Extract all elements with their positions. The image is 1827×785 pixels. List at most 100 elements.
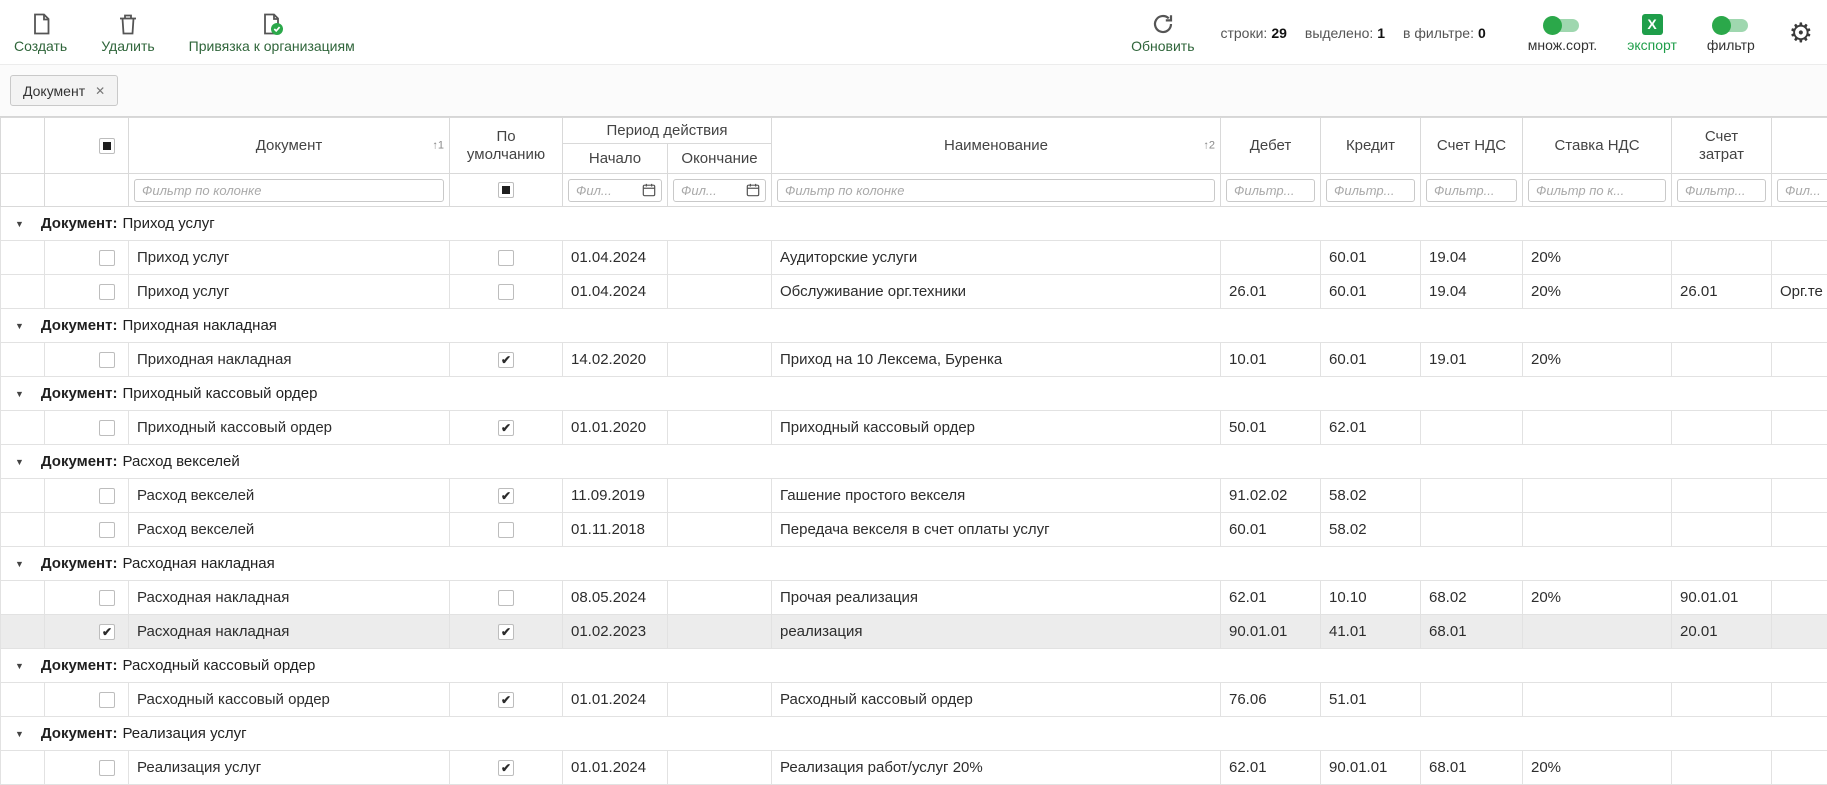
end-date-filter [673, 179, 766, 202]
select-all-header[interactable] [45, 118, 129, 174]
group-row[interactable]: ▼Документ:Приходная накладная [1, 309, 1827, 343]
table-row[interactable]: Расходный кассовый ордер✔01.01.2024Расхо… [1, 683, 1827, 717]
debit-cell: 91.02.02 [1221, 479, 1321, 513]
calendar-icon[interactable] [746, 183, 760, 197]
select-cell [45, 581, 129, 615]
collapse-group-icon[interactable]: ▼ [15, 661, 24, 671]
column-label: Ставка НДС [1554, 137, 1639, 154]
multisort-toggle[interactable]: множ.сорт. [1528, 14, 1597, 53]
table-row[interactable]: Расходная накладная08.05.2024Прочая реал… [1, 581, 1827, 615]
collapse-group-icon[interactable]: ▼ [15, 219, 24, 229]
table-row[interactable]: Приход услуг01.04.2024Обслуживание орг.т… [1, 275, 1827, 309]
table-row[interactable]: Реализация услуг✔01.01.2024Реализация ра… [1, 751, 1827, 785]
default-checkbox[interactable] [498, 250, 514, 266]
rows-counter-label: строки: [1220, 25, 1267, 41]
delete-button[interactable]: Удалить [101, 12, 154, 54]
group-value: Расход векселей [122, 453, 239, 470]
group-cell: ▼Документ:Приходный кассовый ордер [1, 377, 1827, 411]
bind-organizations-button[interactable]: Привязка к организациям [189, 12, 355, 54]
group-row[interactable]: ▼Документ:Расходный кассовый ордер [1, 649, 1827, 683]
row-select-checkbox[interactable] [99, 590, 115, 606]
credit-filter-input[interactable] [1326, 179, 1415, 202]
default-checkbox[interactable]: ✔ [498, 352, 514, 368]
row-select-checkbox[interactable] [99, 760, 115, 776]
table-row[interactable]: Приход услуг01.04.2024Аудиторские услуги… [1, 241, 1827, 275]
group-row[interactable]: ▼Документ:Расходная накладная [1, 547, 1827, 581]
collapse-group-icon[interactable]: ▼ [15, 321, 24, 331]
default-checkbox[interactable]: ✔ [498, 760, 514, 776]
collapse-group-icon[interactable]: ▼ [15, 457, 24, 467]
default-checkbox[interactable] [498, 284, 514, 300]
row-select-checkbox[interactable] [99, 420, 115, 436]
extra-cell [1772, 513, 1827, 547]
column-header-debit[interactable]: Дебет [1221, 118, 1321, 174]
tab-close-icon[interactable]: ✕ [95, 84, 105, 98]
column-label: Начало [589, 150, 641, 167]
selected-counter: выделено:1 [1305, 25, 1385, 41]
calendar-icon[interactable] [642, 183, 656, 197]
collapse-group-icon[interactable]: ▼ [15, 729, 24, 739]
row-select-checkbox[interactable] [99, 250, 115, 266]
row-select-checkbox[interactable]: ✔ [99, 624, 115, 640]
default-checkbox[interactable]: ✔ [498, 420, 514, 436]
toggle-switch-icon[interactable] [1714, 19, 1748, 32]
column-label: Окончание [681, 150, 757, 167]
vat-rate-filter-input[interactable] [1528, 179, 1666, 202]
column-header-vat-rate[interactable]: Ставка НДС [1523, 118, 1672, 174]
column-header-start[interactable]: Начало [563, 144, 668, 174]
row-select-checkbox[interactable] [99, 522, 115, 538]
column-header-credit[interactable]: Кредит [1321, 118, 1421, 174]
group-row[interactable]: ▼Документ:Приходный кассовый ордер [1, 377, 1827, 411]
column-header-vat-account[interactable]: Счет НДС [1421, 118, 1523, 174]
default-checkbox[interactable]: ✔ [498, 624, 514, 640]
group-row[interactable]: ▼Документ:Приход услуг [1, 207, 1827, 241]
name-cell: Аудиторские услуги [772, 241, 1221, 275]
row-select-checkbox[interactable] [99, 352, 115, 368]
collapse-group-icon[interactable]: ▼ [15, 389, 24, 399]
select-cell [45, 751, 129, 785]
start-filter-input[interactable] [574, 180, 639, 201]
document-filter-input[interactable] [134, 179, 444, 202]
table-row[interactable]: Расход векселей✔11.09.2019Гашение просто… [1, 479, 1827, 513]
name-filter-input[interactable] [777, 179, 1215, 202]
credit-cell: 90.01.01 [1321, 751, 1421, 785]
default-filter-checkbox[interactable] [498, 182, 514, 198]
default-checkbox[interactable]: ✔ [498, 692, 514, 708]
table-row[interactable]: ✔Расходная накладная✔01.02.2023реализаци… [1, 615, 1827, 649]
cost-account-filter-input[interactable] [1677, 179, 1766, 202]
toggle-switch-icon[interactable] [1545, 19, 1579, 32]
default-checkbox[interactable] [498, 522, 514, 538]
refresh-button[interactable]: Обновить [1131, 12, 1194, 54]
collapse-group-icon[interactable]: ▼ [15, 559, 24, 569]
group-row[interactable]: ▼Документ:Расход векселей [1, 445, 1827, 479]
select-all-checkbox[interactable] [99, 138, 115, 154]
export-button[interactable]: X экспорт [1627, 14, 1677, 53]
debit-filter-input[interactable] [1226, 179, 1315, 202]
row-select-checkbox[interactable] [99, 284, 115, 300]
table-row[interactable]: Приходная накладная✔14.02.2020Приход на … [1, 343, 1827, 377]
default-cell [450, 513, 563, 547]
bind-organizations-label: Привязка к организациям [189, 38, 355, 54]
column-header-document[interactable]: Документ ↑1 [129, 118, 450, 174]
vat-account-cell [1421, 513, 1523, 547]
expand-cell [1, 513, 45, 547]
default-checkbox[interactable]: ✔ [498, 488, 514, 504]
settings-gear-icon[interactable]: ⚙ [1789, 20, 1813, 47]
row-select-checkbox[interactable] [99, 692, 115, 708]
table-row[interactable]: Расход векселей01.11.2018Передача вексел… [1, 513, 1827, 547]
group-row[interactable]: ▼Документ:Реализация услуг [1, 717, 1827, 751]
extra-filter-input[interactable] [1777, 179, 1827, 202]
default-checkbox[interactable] [498, 590, 514, 606]
row-select-checkbox[interactable] [99, 488, 115, 504]
column-header-default[interactable]: По умолчанию [450, 118, 563, 174]
create-button[interactable]: Создать [14, 12, 67, 54]
filter-toggle[interactable]: фильтр [1707, 14, 1755, 53]
table-row[interactable]: Приходный кассовый ордер✔01.01.2020Прихо… [1, 411, 1827, 445]
tab-dokument[interactable]: Документ ✕ [10, 75, 118, 106]
vat-account-filter-input[interactable] [1426, 179, 1517, 202]
end-filter-input[interactable] [679, 180, 743, 201]
column-header-end[interactable]: Окончание [668, 144, 772, 174]
column-header-name[interactable]: Наименование ↑2 [772, 118, 1221, 174]
column-header-cost-account[interactable]: Счет затрат [1672, 118, 1772, 174]
end-date-cell [668, 343, 772, 377]
